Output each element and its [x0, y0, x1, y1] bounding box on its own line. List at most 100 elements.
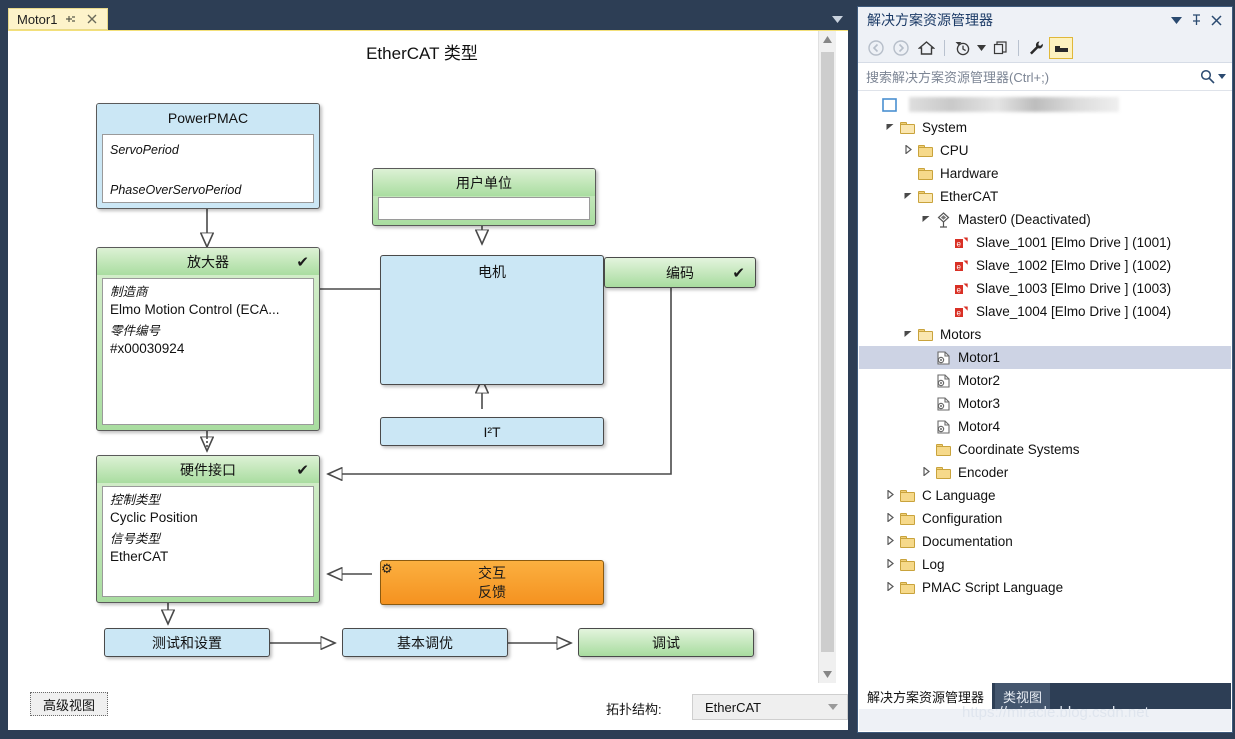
- node-i2t[interactable]: I²T: [380, 417, 604, 446]
- pin-icon[interactable]: [61, 10, 79, 28]
- tree-item-motors[interactable]: Motors: [859, 323, 1231, 346]
- tree-item-pmac-script-language[interactable]: PMAC Script Language: [859, 576, 1231, 599]
- basic-tuning-label: 基本调优: [397, 634, 453, 651]
- tree-item-ethercat[interactable]: EtherCAT: [859, 185, 1231, 208]
- canvas-vertical-scrollbar[interactable]: [818, 31, 836, 683]
- diagram-canvas[interactable]: EtherCAT 类型 PowerPMAC ServoPeriod PhaseO…: [8, 31, 836, 683]
- node-powerpmac[interactable]: PowerPMAC ServoPeriod PhaseOverServoPeri…: [96, 103, 320, 209]
- node-commissioning[interactable]: 调试: [578, 628, 754, 657]
- diagram-canvas-wrapper: EtherCAT 类型 PowerPMAC ServoPeriod PhaseO…: [8, 30, 848, 730]
- ethercat-type-diagram: 硬件接口 dashed -->: [8, 31, 836, 683]
- chevron-down-icon[interactable]: [829, 11, 845, 27]
- topology-value: EtherCAT: [705, 699, 762, 715]
- node-user-units[interactable]: 用户单位: [372, 168, 596, 226]
- tree-item-motor3[interactable]: Motor3: [859, 392, 1231, 415]
- tree-item-solution[interactable]: [859, 93, 1231, 116]
- node-hardware-interface-header: 硬件接口 ✔: [97, 456, 319, 483]
- field-phaseoverservoperiod: PhaseOverServoPeriod: [110, 183, 242, 197]
- scroll-up-icon[interactable]: [819, 31, 836, 48]
- tree-item-motor4[interactable]: Motor4: [859, 415, 1231, 438]
- node-encoder[interactable]: 编码 ✔: [604, 257, 756, 288]
- node-powerpmac-body: ServoPeriod PhaseOverServoPeriod: [102, 134, 314, 203]
- tree-item-slave-1003-elmo-drive-1003[interactable]: e Slave_1003 [Elmo Drive ] (1003): [859, 277, 1231, 300]
- solution-explorer-panel: 解决方案资源管理器 搜索解决方案资源管理器(Ctrl+;) System CPU…: [857, 6, 1233, 733]
- collapse-all-icon[interactable]: [1049, 36, 1073, 59]
- tree-item-motor1[interactable]: Motor1: [859, 346, 1231, 369]
- tree-item-label: Hardware: [940, 166, 999, 181]
- search-icon[interactable]: [1200, 69, 1226, 84]
- node-interactive-feedback[interactable]: 交互 反馈 ⚙: [380, 560, 604, 605]
- editor-tab-motor1[interactable]: Motor1: [8, 8, 109, 30]
- check-icon: ✔: [296, 461, 309, 479]
- node-basic-tuning[interactable]: 基本调优: [342, 628, 508, 657]
- search-input[interactable]: 搜索解决方案资源管理器(Ctrl+;): [858, 63, 1232, 91]
- tree-item-slave-1001-elmo-drive-1001[interactable]: e Slave_1001 [Elmo Drive ] (1001): [859, 231, 1231, 254]
- twisty-collapsed-icon[interactable]: [883, 558, 897, 570]
- tree-item-documentation[interactable]: Documentation: [859, 530, 1231, 553]
- tree-item-hardware[interactable]: Hardware: [859, 162, 1231, 185]
- tree-item-coordinate-systems[interactable]: Coordinate Systems: [859, 438, 1231, 461]
- close-icon[interactable]: [83, 10, 101, 28]
- tree-item-motor2[interactable]: Motor2: [859, 369, 1231, 392]
- node-test-and-set[interactable]: 测试和设置: [104, 628, 270, 657]
- pin-icon[interactable]: [1186, 10, 1206, 30]
- scrollbar-thumb[interactable]: [821, 52, 834, 652]
- close-icon[interactable]: [1206, 10, 1226, 30]
- advanced-view-button[interactable]: 高级视图: [30, 692, 109, 716]
- forward-icon[interactable]: [889, 37, 913, 59]
- slave-device-icon: e: [951, 282, 971, 296]
- twisty-collapsed-icon[interactable]: [919, 466, 933, 478]
- twisty-collapsed-icon[interactable]: [883, 489, 897, 501]
- tree-item-system[interactable]: System: [859, 116, 1231, 139]
- tree-item-slave-1002-elmo-drive-1002[interactable]: e Slave_1002 [Elmo Drive ] (1002): [859, 254, 1231, 277]
- twisty-expanded-icon[interactable]: [919, 214, 933, 225]
- twisty-expanded-icon[interactable]: [901, 329, 915, 340]
- node-encoder-title: 编码: [666, 264, 694, 281]
- tree-item-label: Coordinate Systems: [958, 442, 1080, 457]
- tree-item-master0-deactivated[interactable]: Master0 (Deactivated): [859, 208, 1231, 231]
- interactive-feedback-line1: 交互: [478, 565, 506, 581]
- tree-item-configuration[interactable]: Configuration: [859, 507, 1231, 530]
- twisty-expanded-icon[interactable]: [901, 191, 915, 202]
- chevron-down-icon[interactable]: [975, 37, 987, 59]
- tree-item-label: System: [922, 120, 968, 135]
- tree-item-encoder[interactable]: Encoder: [859, 461, 1231, 484]
- tree-item-label: Motors: [940, 327, 982, 342]
- slave-device-icon: e: [951, 236, 971, 250]
- tree-item-label: Slave_1002 [Elmo Drive ] (1002): [976, 258, 1172, 273]
- node-amplifier[interactable]: 放大器 ✔ 制造商 Elmo Motion Control (ECA... 零件…: [96, 247, 320, 431]
- tree-item-label: Motor4: [958, 419, 1001, 434]
- scroll-down-icon[interactable]: [819, 666, 836, 683]
- show-all-files-icon[interactable]: [988, 37, 1012, 59]
- solution-tree[interactable]: System CPU Hardware EtherCAT Master0 (Deacti…: [859, 93, 1231, 683]
- user-units-field[interactable]: [378, 197, 590, 220]
- pending-changes-filter-icon[interactable]: [950, 37, 974, 59]
- tree-item-label: Master0 (Deactivated): [958, 212, 1091, 227]
- twisty-collapsed-icon[interactable]: [901, 144, 915, 156]
- tree-item-c-language[interactable]: C Language: [859, 484, 1231, 507]
- twisty-expanded-icon[interactable]: [883, 122, 897, 133]
- properties-wrench-icon[interactable]: [1024, 37, 1048, 59]
- node-motor[interactable]: 电机: [380, 255, 604, 385]
- amplifier-manufacturer-label: 制造商: [110, 285, 148, 299]
- topology-select[interactable]: EtherCAT: [692, 694, 848, 720]
- tree-item-cpu[interactable]: CPU: [859, 139, 1231, 162]
- back-icon[interactable]: [864, 37, 888, 59]
- tree-item-label: Slave_1003 [Elmo Drive ] (1003): [976, 281, 1172, 296]
- twisty-collapsed-icon[interactable]: [883, 512, 897, 524]
- twisty-collapsed-icon[interactable]: [883, 581, 897, 593]
- tree-item-slave-1004-elmo-drive-1004[interactable]: e Slave_1004 [Elmo Drive ] (1004): [859, 300, 1231, 323]
- node-amplifier-header: 放大器 ✔: [97, 248, 319, 275]
- twisty-collapsed-icon[interactable]: [883, 535, 897, 547]
- check-icon: ✔: [296, 253, 309, 271]
- node-hardware-interface[interactable]: 硬件接口 ✔ 控制类型 Cyclic Position 信号类型 EtherCA…: [96, 455, 320, 603]
- folder-icon: [915, 144, 935, 157]
- solution-icon: [879, 97, 899, 112]
- home-icon[interactable]: [914, 37, 938, 59]
- tree-item-log[interactable]: Log: [859, 553, 1231, 576]
- solution-explorer-title: 解决方案资源管理器: [867, 12, 993, 28]
- chevron-down-icon[interactable]: [1166, 10, 1186, 30]
- tree-item-label: PMAC Script Language: [922, 580, 1064, 595]
- toolbar-separator: [944, 39, 945, 56]
- folder-icon: [897, 535, 917, 548]
